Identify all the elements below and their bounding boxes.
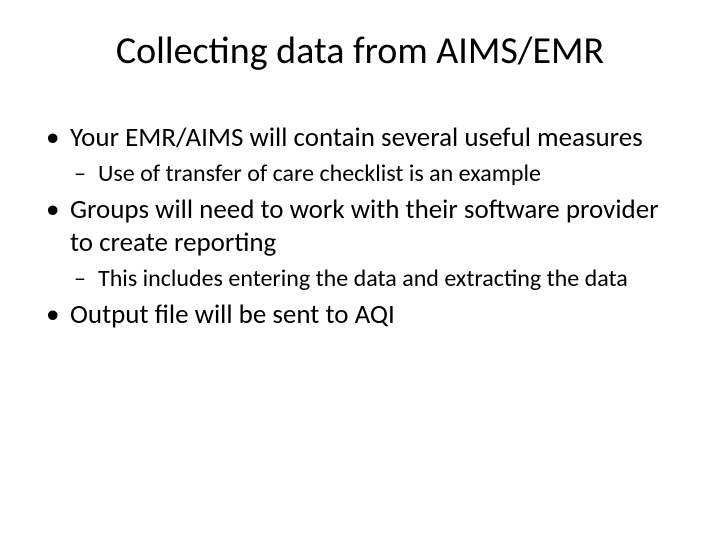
bullet-text: Groups will need to work with their soft… xyxy=(70,193,659,259)
slide-body: Your EMR/AIMS will contain several usefu… xyxy=(36,122,684,332)
list-item: Your EMR/AIMS will contain several usefu… xyxy=(42,122,684,188)
list-item: This includes entering the data and extr… xyxy=(70,264,684,293)
sub-bullet-text: Use of transfer of care checklist is an … xyxy=(98,159,541,188)
list-item: Groups will need to work with their soft… xyxy=(42,194,684,293)
list-item: Output file will be sent to AQI xyxy=(42,299,684,332)
bullet-list: Your EMR/AIMS will contain several usefu… xyxy=(42,122,684,332)
slide-title: Collecting data from AIMS/EMR xyxy=(36,28,684,74)
bullet-text: Output file will be sent to AQI xyxy=(70,298,395,331)
bullet-text: Your EMR/AIMS will contain several usefu… xyxy=(70,121,643,154)
sub-bullet-list: This includes entering the data and extr… xyxy=(70,264,684,293)
sub-bullet-text: This includes entering the data and extr… xyxy=(98,264,628,293)
list-item: Use of transfer of care checklist is an … xyxy=(70,159,684,188)
sub-bullet-list: Use of transfer of care checklist is an … xyxy=(70,159,684,188)
